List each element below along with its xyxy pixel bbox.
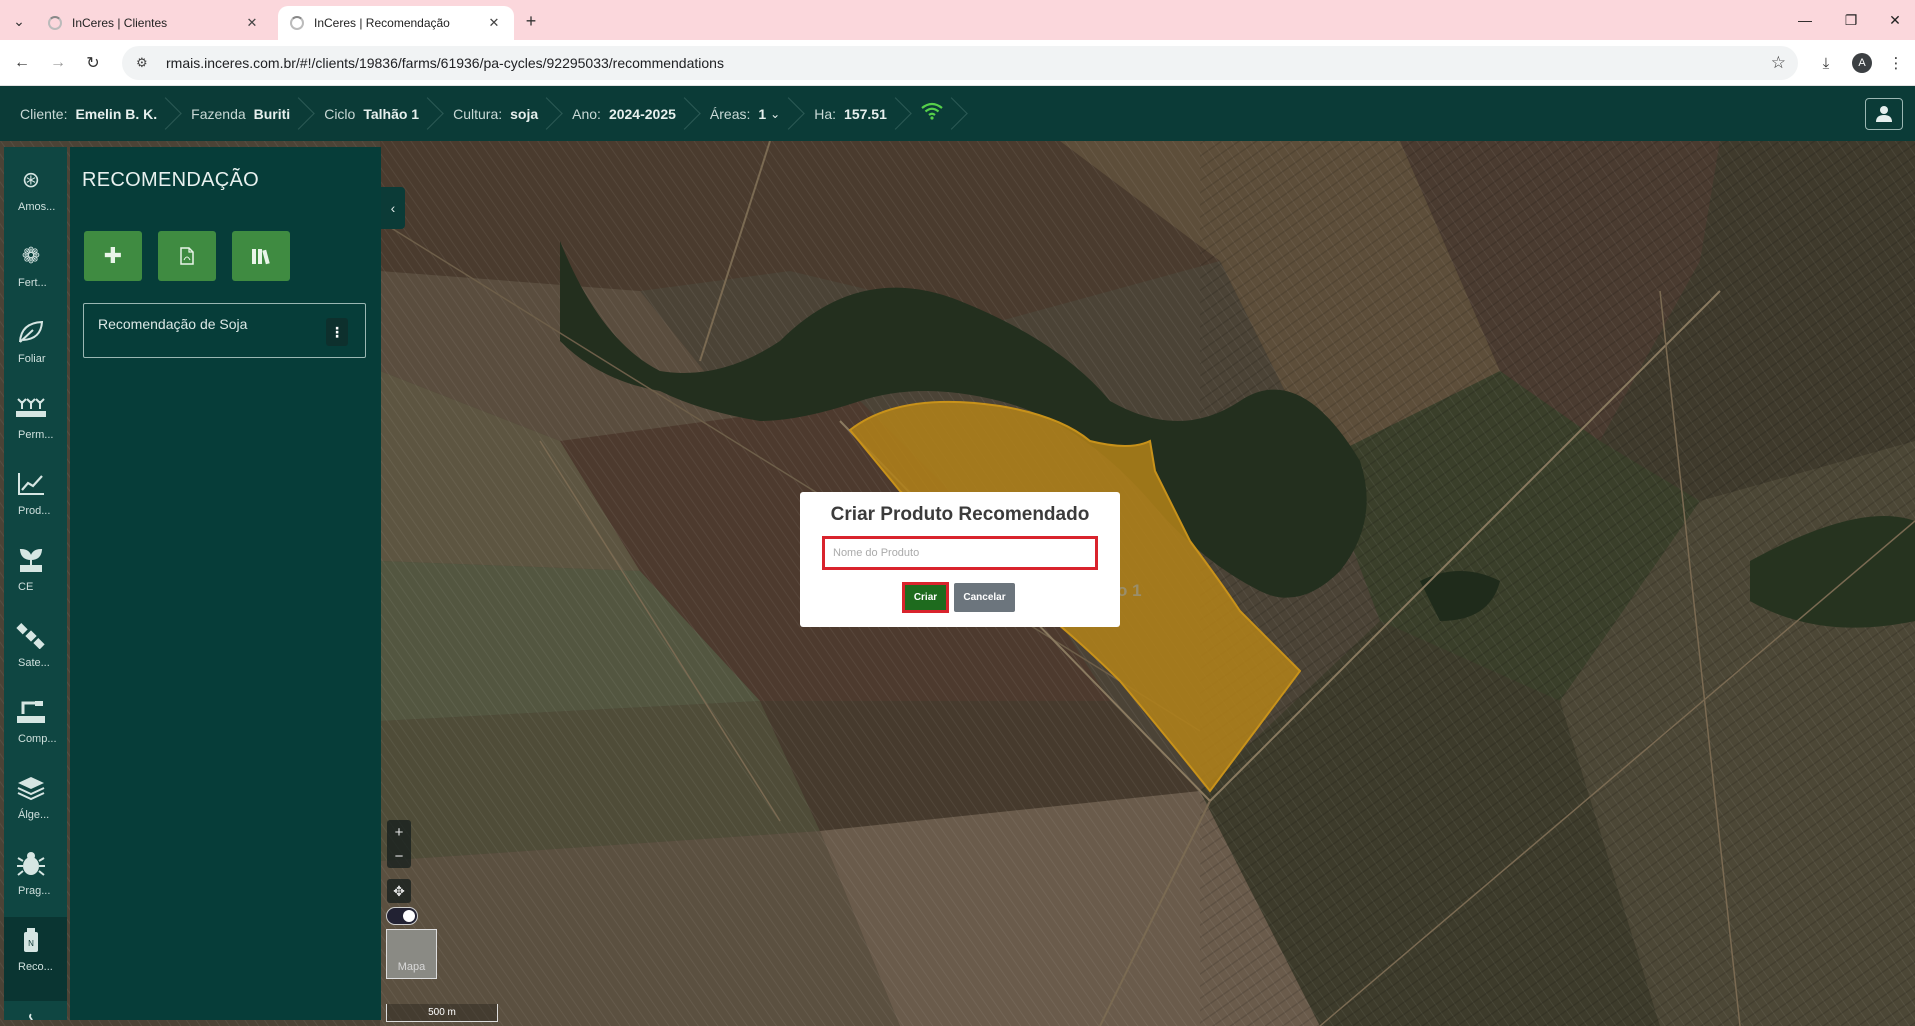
crumb-ciclo[interactable]: Ciclo Talhão 1 [304,86,433,141]
books-icon [252,249,270,265]
compaction-icon [14,697,48,727]
minimize-icon[interactable]: — [1785,8,1825,32]
reload-icon[interactable]: ↻ [82,52,104,74]
browser-toolbar: ← → ↻ ⚙ rmais.inceres.com.br/#!/clients/… [0,40,1915,86]
more-options-icon[interactable]: ⋮ [326,318,348,346]
rail-item-produtividade[interactable]: Prod... [4,461,67,531]
create-button[interactable]: Criar [902,582,949,613]
pdf-export-button[interactable] [158,231,216,281]
new-tab-plus-icon[interactable]: + [520,10,542,32]
library-button[interactable] [232,231,290,281]
layers-icon [14,773,48,803]
crumb-ha[interactable]: Ha: 157.51 [794,86,901,141]
plus-icon: ✚ [103,243,123,268]
rail-item-recomendacao[interactable]: N Reco... [4,917,67,1001]
field-label: o 1 [1117,581,1142,600]
map-type-button[interactable]: Mapa [386,929,437,979]
rail-item-algebra[interactable]: Álge... [4,765,67,835]
crumb-fazenda[interactable]: Fazenda Buriti [171,86,304,141]
sprayer-icon: ⌇ [14,1011,48,1020]
browser-tab-recomendacao[interactable]: InCeres | Recomendação ✕ [278,6,514,40]
context-header: Cliente: Emelin B. K. Fazenda Buriti Ciclo… [0,86,1915,141]
recommendation-icon: N [14,925,48,955]
crumb-cliente[interactable]: Cliente: Emelin B. K. [0,86,171,141]
layer-toggle[interactable] [386,907,418,925]
chevron-left-icon: ‹ [390,200,396,216]
tab-search-chevron-icon[interactable]: ⌄ [8,10,30,32]
site-info-icon[interactable]: ⚙ [136,55,154,71]
browser-tab-clientes[interactable]: InCeres | Clientes ✕ [36,6,272,40]
profile-avatar[interactable]: A [1851,52,1873,74]
rail-item-ce[interactable]: CE [4,537,67,607]
map-scale: 500 m [386,1004,498,1022]
pan-icon[interactable]: ✥ [387,879,411,903]
download-icon[interactable]: ⤓ [1815,52,1837,74]
close-tab-icon[interactable]: ✕ [486,15,502,31]
rail-item-compactacao[interactable]: Comp... [4,689,67,759]
rail-item-permanente[interactable]: Perm... [4,385,67,455]
rail-item-foliar[interactable]: Foliar [4,309,67,379]
rail-item-pragas[interactable]: Prag... [4,841,67,911]
rail-item-more[interactable]: ⌇ [4,1003,67,1020]
forward-arrow-icon[interactable]: → [47,52,69,74]
close-window-icon[interactable]: ✕ [1875,8,1915,32]
product-name-input[interactable] [822,536,1098,570]
satellite-icon [14,621,48,651]
chevron-down-icon: ⌄ [770,106,781,121]
address-bar[interactable]: ⚙ rmais.inceres.com.br/#!/clients/19836/… [122,46,1798,80]
svg-text:N: N [28,939,34,948]
fertility-icon: ❁ [21,243,41,268]
loading-icon [48,16,62,30]
crumb-cultura[interactable]: Cultura: soja [433,86,552,141]
add-recommendation-button[interactable]: ✚ [84,231,142,281]
back-arrow-icon[interactable]: ← [11,52,33,74]
module-rail: ⊛ Amos... ❁ Fert... Foliar Perm... Prod.… [4,147,67,1020]
user-account-button[interactable] [1865,98,1903,130]
zoom-out-button[interactable]: − [387,844,411,868]
close-tab-icon[interactable]: ✕ [244,15,260,31]
wifi-icon [921,102,943,125]
loading-icon [290,16,304,30]
pdf-file-icon [180,247,194,265]
bug-icon [14,849,48,879]
leaf-icon [14,317,48,347]
url-text: rmais.inceres.com.br/#!/clients/19836/fa… [166,55,724,71]
panel-title: RECOMENDAÇÃO [82,169,259,191]
create-product-dialog: Criar Produto Recomendado Criar Cancelar [800,492,1120,627]
user-icon [1876,106,1892,122]
rail-item-fertilidade[interactable]: ❁ Fert... [4,233,67,303]
bookmark-star-icon[interactable]: ☆ [1771,53,1786,73]
browser-tabbar: ⌄ InCeres | Clientes ✕ InCeres | Recomen… [0,0,1915,40]
recommendation-item[interactable]: Recomendação de Soja ⋮ [83,303,366,358]
tab-title: InCeres | Recomendação [314,16,450,30]
zoom-control: + − [387,820,411,868]
rail-item-amostragem[interactable]: ⊛ Amos... [4,157,67,227]
browser-menu-icon[interactable]: ⋮ [1885,52,1907,74]
tab-title: InCeres | Clientes [72,16,168,30]
connection-status [901,86,957,141]
sampling-icon: ⊛ [21,167,41,192]
crumb-areas[interactable]: Áreas: 1 ⌄ [690,86,794,141]
recommendation-name: Recomendação de Soja [98,316,248,332]
restore-icon[interactable]: ❐ [1831,8,1871,32]
zoom-in-button[interactable]: + [387,820,411,844]
cancel-button[interactable]: Cancelar [954,583,1015,612]
rail-item-satelite[interactable]: Sate... [4,613,67,683]
crumb-ano[interactable]: Ano: 2024-2025 [552,86,690,141]
plant-ce-icon [14,545,48,575]
productivity-chart-icon [14,469,48,499]
permanent-crop-icon [14,393,48,423]
collapse-panel-button[interactable]: ‹ [381,187,405,229]
recommendation-panel: RECOMENDAÇÃO ✚ Recomendação de Soja ⋮ [70,147,381,1020]
dialog-title: Criar Produto Recomendado [830,504,1090,525]
